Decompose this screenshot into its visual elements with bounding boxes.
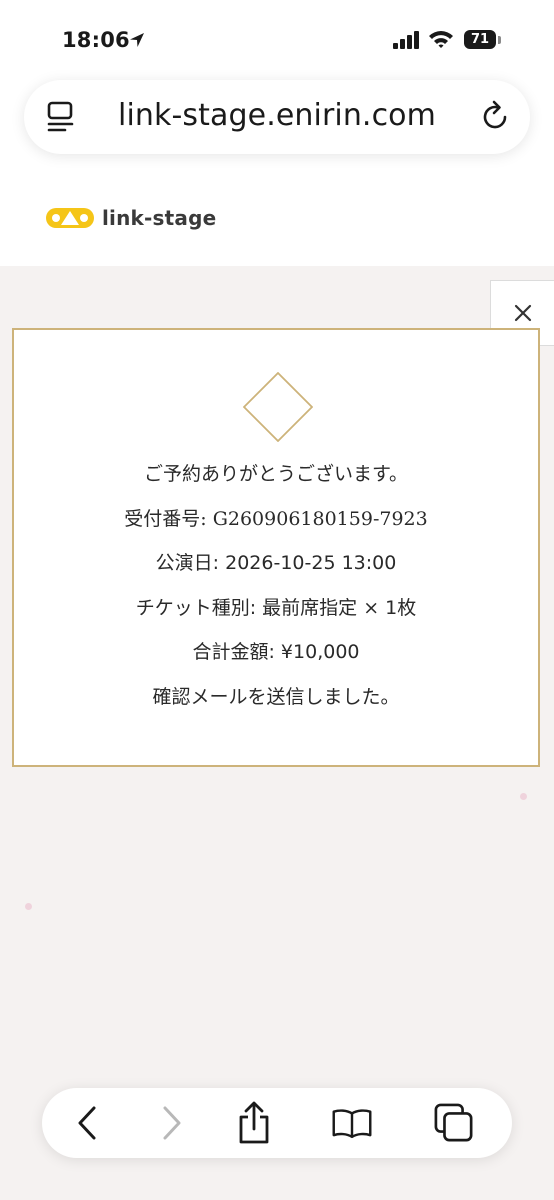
share-button[interactable] xyxy=(234,1101,274,1144)
forward-button[interactable] xyxy=(152,1103,192,1143)
tabs-button[interactable] xyxy=(434,1103,474,1143)
link-stage-logo-icon xyxy=(46,208,94,228)
cellular-signal-icon xyxy=(393,31,419,49)
url-text[interactable]: link-stage.enirin.com xyxy=(24,98,530,133)
battery-icon: 71 xyxy=(464,30,502,50)
total-amount: 合計金額: ¥10,000 xyxy=(192,641,360,664)
battery-level: 71 xyxy=(464,30,496,49)
reservation-confirmation-card: ご予約ありがとうございます。 受付番号: G260906180159-7923 … xyxy=(12,328,540,767)
thanks-message: ご予約ありがとうございます。 xyxy=(143,463,409,485)
reservation-number: 受付番号: G260906180159-7923 xyxy=(124,507,428,530)
close-icon xyxy=(514,304,531,322)
browser-toolbar xyxy=(42,1088,512,1158)
decorative-dot xyxy=(25,903,32,910)
ticket-type: チケット種別: 最前席指定 × 1枚 xyxy=(135,596,417,619)
logo-text: link-stage xyxy=(102,206,217,230)
back-button[interactable] xyxy=(67,1103,107,1143)
bookmarks-icon xyxy=(332,1109,372,1139)
status-bar: 18:06 71 xyxy=(0,0,554,78)
performance-date: 公演日: 2026-10-25 13:00 xyxy=(155,552,397,575)
site-logo[interactable]: link-stage xyxy=(44,206,216,230)
address-bar[interactable]: link-stage.enirin.com xyxy=(24,80,530,154)
bookmarks-button[interactable] xyxy=(332,1103,372,1143)
status-time: 18:06 xyxy=(62,28,130,52)
diamond-icon xyxy=(243,372,313,442)
decorative-dot xyxy=(520,793,527,800)
wifi-icon xyxy=(429,31,453,48)
location-arrow-icon xyxy=(130,33,144,47)
back-icon xyxy=(78,1106,96,1140)
share-icon xyxy=(239,1101,269,1144)
tabs-icon xyxy=(434,1103,473,1142)
forward-icon xyxy=(163,1106,181,1140)
reload-icon[interactable] xyxy=(480,100,512,134)
email-sent-message: 確認メールを送信しました。 xyxy=(152,685,400,708)
